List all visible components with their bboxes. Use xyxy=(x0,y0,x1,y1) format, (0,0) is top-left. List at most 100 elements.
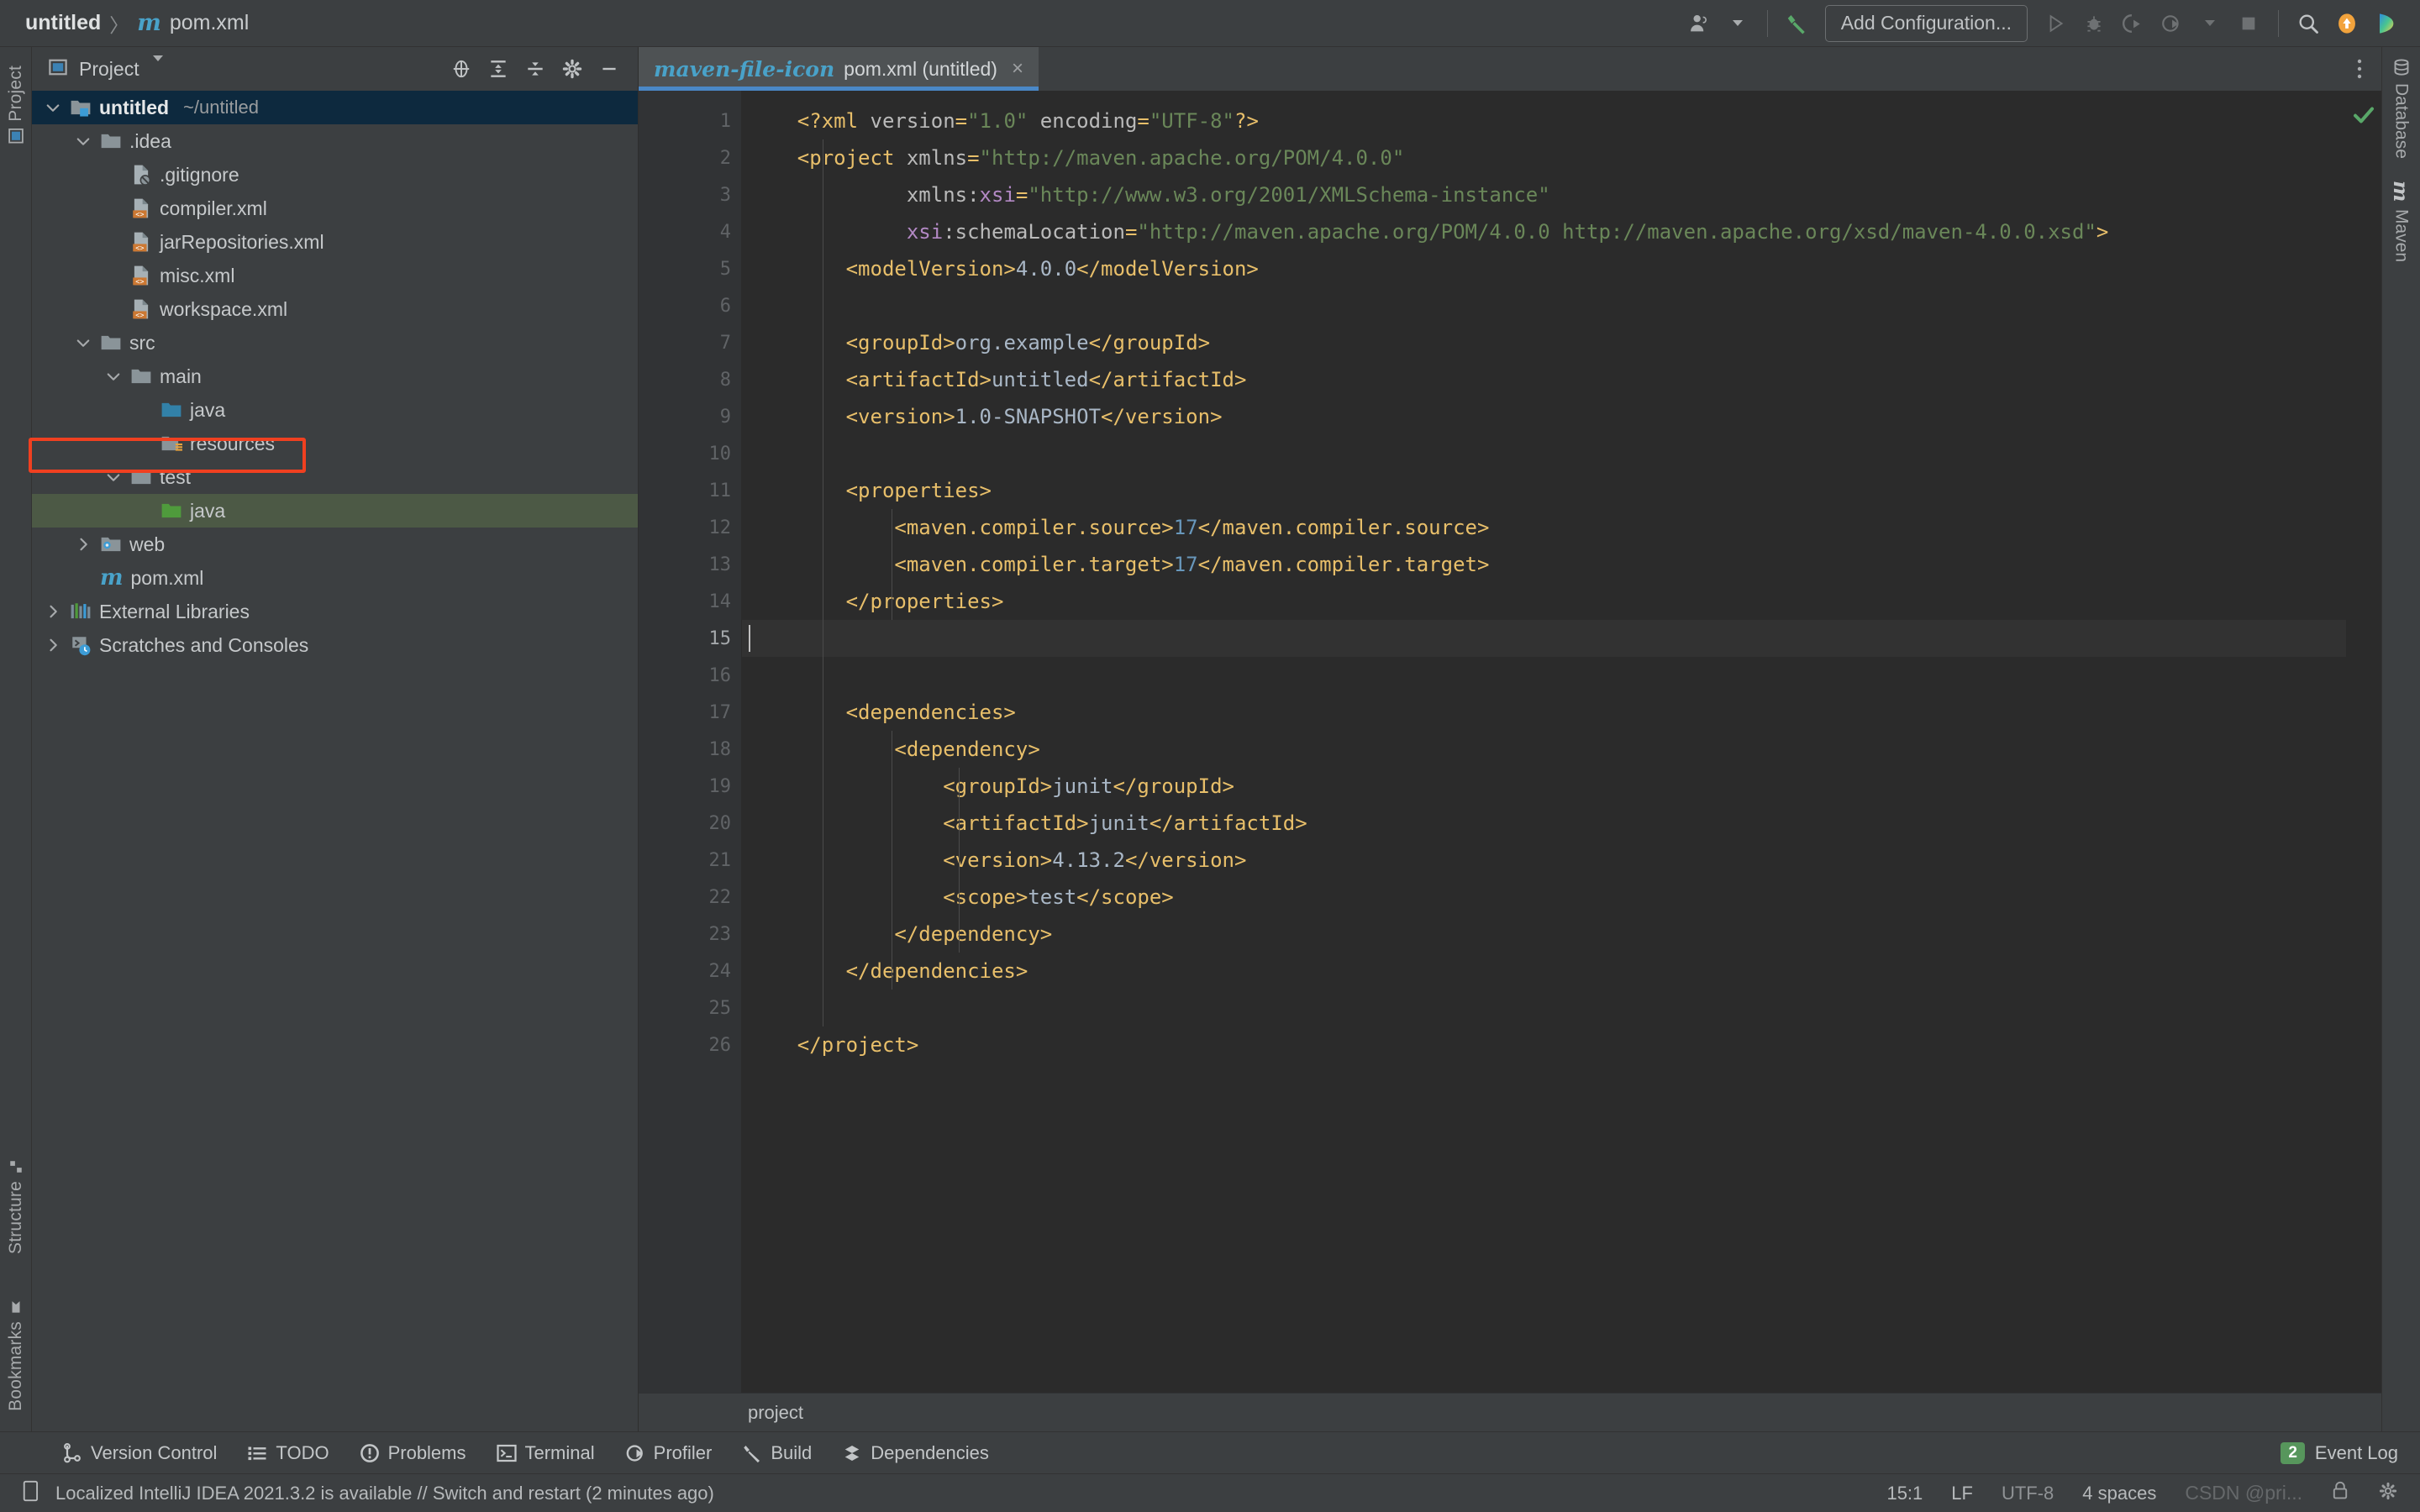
hide-panel-icon[interactable] xyxy=(592,52,626,86)
gutter-line[interactable]: 16 xyxy=(639,657,741,694)
gutter-line[interactable]: 5 xyxy=(639,250,741,287)
gutter-line[interactable]: 24 xyxy=(639,953,761,990)
gutter-line[interactable]: 21 xyxy=(639,842,741,879)
tree-item-jarrepositories-xml[interactable]: <> jarRepositories.xml xyxy=(32,225,638,259)
tree-item-workspace-xml[interactable]: <> workspace.xml xyxy=(32,292,638,326)
sidebar-item-structure[interactable]: Structure xyxy=(6,1151,26,1263)
code-line[interactable]: </dependencies> xyxy=(742,953,2346,990)
gutter-line[interactable]: 3 xyxy=(639,176,741,213)
gutter-line[interactable]: 17 xyxy=(639,694,761,731)
tree-item-compiler-xml[interactable]: <> compiler.xml xyxy=(32,192,638,225)
search-everywhere-icon[interactable] xyxy=(2289,4,2328,43)
code-line[interactable]: <artifactId> untitled </artifactId> xyxy=(742,361,2346,398)
code-line[interactable] xyxy=(742,990,2346,1026)
gutter-line[interactable]: 12 xyxy=(639,509,741,546)
code-line[interactable]: </dependency> xyxy=(742,916,2346,953)
code-line[interactable]: <?xml version = "1.0" encoding = "UTF-8" ?> xyxy=(742,102,2346,139)
file-encoding[interactable]: UTF-8 xyxy=(2002,1483,2054,1504)
project-tree[interactable]: untitled ~/untitled .idea .gitignore <> compi… xyxy=(29,91,638,1431)
tab-pom-xml[interactable]: maven-file-icon pom.xml (untitled) × xyxy=(639,47,1039,91)
profile-dropdown-icon[interactable] xyxy=(2191,4,2229,43)
chevron-down-icon[interactable] xyxy=(44,99,62,116)
code-line[interactable]: <dependency> xyxy=(742,731,2346,768)
tree-item-main[interactable]: main xyxy=(32,360,638,393)
notification-icon[interactable] xyxy=(22,1480,40,1507)
chevron-right-icon[interactable] xyxy=(44,603,62,620)
gutter-line[interactable]: 15 xyxy=(639,620,741,657)
tree-item-untitled[interactable]: untitled ~/untitled xyxy=(32,91,638,124)
no-problems-check-icon[interactable] xyxy=(2351,102,2376,132)
error-stripe[interactable] xyxy=(2346,91,2381,1393)
code-line[interactable]: </properties> xyxy=(742,583,2346,620)
tool-window-version-control[interactable]: Version Control xyxy=(47,1442,232,1464)
gutter-line[interactable]: 26 xyxy=(639,1026,761,1063)
gutter-line[interactable]: 4 xyxy=(639,213,741,250)
debug-icon[interactable] xyxy=(2075,4,2113,43)
gutter-line[interactable]: 14 xyxy=(639,583,785,620)
code-line[interactable] xyxy=(742,657,2346,694)
update-available-icon[interactable] xyxy=(2328,4,2366,43)
caret-position[interactable]: 15:1 xyxy=(1886,1483,1923,1504)
expand-all-icon[interactable] xyxy=(481,52,515,86)
code-line[interactable]: <maven.compiler.target> 17 </maven.compile… xyxy=(742,546,2346,583)
tree-item-web[interactable]: web xyxy=(32,528,638,561)
read-only-lock-icon[interactable] xyxy=(2331,1481,2349,1506)
chevron-right-icon[interactable] xyxy=(44,637,62,654)
sidebar-item-bookmarks[interactable]: Bookmarks xyxy=(6,1291,26,1420)
chevron-right-icon[interactable] xyxy=(74,536,92,553)
sidebar-item-project[interactable]: Project xyxy=(6,57,26,152)
add-configuration-button[interactable]: Add Configuration... xyxy=(1824,4,2028,42)
tool-window-profiler[interactable]: Profiler xyxy=(610,1442,728,1464)
code-line[interactable]: <version> 4.13.2 </version> xyxy=(742,842,2346,879)
tree-item-test[interactable]: test xyxy=(32,460,638,494)
run-with-coverage-icon[interactable] xyxy=(2113,4,2152,43)
tool-window-event-log[interactable]: Event Log xyxy=(2315,1442,2398,1464)
chevron-down-icon[interactable] xyxy=(104,368,123,385)
tool-window-todo[interactable]: TODO xyxy=(232,1442,344,1464)
settings-gear-icon[interactable] xyxy=(555,52,589,86)
code-line[interactable] xyxy=(742,620,2346,657)
gutter-line[interactable]: 2 xyxy=(639,139,761,176)
profile-icon[interactable] xyxy=(2152,4,2191,43)
tool-window-problems[interactable]: Problems xyxy=(345,1442,481,1464)
indent-setting[interactable]: 4 spaces xyxy=(2082,1483,2156,1504)
gutter-line[interactable]: 25 xyxy=(639,990,741,1026)
code-line[interactable]: <maven.compiler.source> 17 </maven.compile… xyxy=(742,509,2346,546)
gutter-line[interactable]: 10 xyxy=(639,435,741,472)
build-hammer-icon[interactable] xyxy=(1778,4,1817,43)
gutter-line[interactable]: 11 xyxy=(639,472,761,509)
code-line[interactable]: </project> xyxy=(742,1026,2346,1063)
run-icon[interactable] xyxy=(2036,4,2075,43)
gutter-line[interactable]: 13 xyxy=(639,546,741,583)
gutter-line[interactable]: 6 xyxy=(639,287,741,324)
code-line[interactable]: <dependencies> xyxy=(742,694,2346,731)
gutter-line[interactable]: 1 xyxy=(639,102,741,139)
tree-item-scratches-and-consoles[interactable]: Scratches and Consoles xyxy=(32,628,638,662)
gutter-line[interactable]: 19 xyxy=(639,768,741,805)
stop-icon[interactable] xyxy=(2229,4,2268,43)
tree-item-src[interactable]: src xyxy=(32,326,638,360)
tree-item-java[interactable]: java xyxy=(32,393,638,427)
ide-logo-icon[interactable] xyxy=(2366,4,2405,43)
code-line[interactable]: <groupId> org.example </groupId> xyxy=(742,324,2346,361)
code-line[interactable] xyxy=(742,287,2346,324)
code-line[interactable]: <project xmlns = "http://maven.apache.org/… xyxy=(742,139,2346,176)
tool-window-terminal[interactable]: Terminal xyxy=(481,1442,610,1464)
code-line[interactable]: <version> 1.0-SNAPSHOT </version> xyxy=(742,398,2346,435)
sidebar-item-database[interactable]: Database xyxy=(2391,59,2412,159)
gutter-line[interactable]: 23 xyxy=(639,916,761,953)
breadcrumb-file[interactable]: pom.xml xyxy=(170,11,249,35)
tool-window-dependencies[interactable]: Dependencies xyxy=(827,1442,1004,1464)
chevron-down-icon[interactable] xyxy=(104,469,123,486)
status-gear-icon[interactable] xyxy=(2378,1481,2398,1506)
code-line[interactable]: xmlns: xsi = "http://www.w3.org/2001/XMLSch… xyxy=(742,176,2346,213)
chevron-down-icon[interactable] xyxy=(152,55,163,76)
breadcrumb-project[interactable]: untitled xyxy=(25,11,101,35)
code-line[interactable]: <groupId> junit </groupId> xyxy=(742,768,2346,805)
code-line[interactable] xyxy=(742,435,2346,472)
tree-item-java[interactable]: java xyxy=(32,494,638,528)
code-line[interactable]: <artifactId> junit </artifactId> xyxy=(742,805,2346,842)
select-opened-file-icon[interactable] xyxy=(445,52,478,86)
more-options-icon[interactable] xyxy=(2338,47,2381,91)
user-account-dropdown-icon[interactable] xyxy=(1718,4,1757,43)
